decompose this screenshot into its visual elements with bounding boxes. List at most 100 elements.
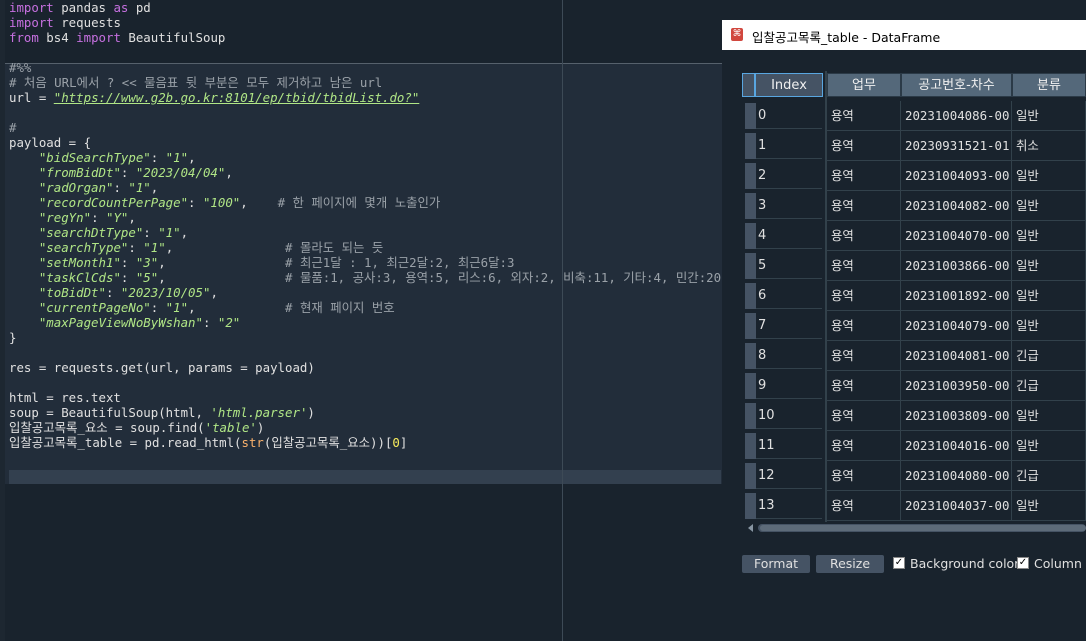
row-header-marker[interactable] xyxy=(745,283,756,309)
table-corner[interactable] xyxy=(742,73,755,97)
dataframe-window[interactable]: ⌘ 입찰공고목록_table - DataFrame Index 업무 공고번호… xyxy=(722,20,1086,591)
row-index[interactable]: 3 xyxy=(756,193,822,219)
row-header-marker[interactable] xyxy=(745,223,756,249)
row-index[interactable]: 4 xyxy=(756,223,822,249)
cell-type[interactable]: 긴급 xyxy=(1012,461,1086,491)
cell-bid-number[interactable]: 20231004093-00 xyxy=(901,161,1012,191)
scrollbar-thumb[interactable] xyxy=(760,525,1086,531)
row-header-marker[interactable] xyxy=(745,253,756,279)
cell-bid-number[interactable]: 20231004086-00 xyxy=(901,101,1012,131)
cell-category[interactable]: 용역 xyxy=(827,401,901,431)
horizontal-scrollbar[interactable] xyxy=(742,522,1086,536)
row-index[interactable]: 10 xyxy=(756,403,822,429)
cell-type[interactable]: 일반 xyxy=(1012,431,1086,461)
scroll-left-icon[interactable] xyxy=(748,524,753,532)
table-row[interactable]: 9 용역 20231003950-00 긴급 xyxy=(742,371,1086,401)
table-row[interactable]: 2 용역 20231004093-00 일반 xyxy=(742,161,1086,191)
row-index[interactable]: 2 xyxy=(756,163,822,189)
table-row[interactable]: 13 용역 20231004037-00 일반 xyxy=(742,491,1086,521)
table-row[interactable]: 11 용역 20231004016-00 일반 xyxy=(742,431,1086,461)
row-index[interactable]: 1 xyxy=(756,133,822,159)
cell-category[interactable]: 용역 xyxy=(827,431,901,461)
cell-bid-number[interactable]: 20231003866-00 xyxy=(901,251,1012,281)
cell-bid-number[interactable]: 20231001892-00 xyxy=(901,281,1012,311)
row-header-marker[interactable] xyxy=(745,493,756,519)
cell-category[interactable]: 용역 xyxy=(827,101,901,131)
table-row[interactable]: 7 용역 20231004079-00 일반 xyxy=(742,311,1086,341)
cell-type[interactable]: 일반 xyxy=(1012,161,1086,191)
cell-type[interactable]: 긴급 xyxy=(1012,371,1086,401)
cell-bid-number[interactable]: 20231004081-00 xyxy=(901,341,1012,371)
table-row[interactable]: 8 용역 20231004081-00 긴급 xyxy=(742,341,1086,371)
column-checkbox[interactable]: ✓ xyxy=(1017,557,1029,569)
cell-type[interactable]: 취소 xyxy=(1012,131,1086,161)
row-header-marker[interactable] xyxy=(745,343,756,369)
table-row[interactable]: 0 용역 20231004086-00 일반 xyxy=(742,101,1086,131)
table-row[interactable]: 10 용역 20231003809-00 일반 xyxy=(742,401,1086,431)
row-index[interactable]: 7 xyxy=(756,313,822,339)
cell-type[interactable]: 일반 xyxy=(1012,281,1086,311)
cell-category[interactable]: 용역 xyxy=(827,251,901,281)
cell-bid-number[interactable]: 20231004016-00 xyxy=(901,431,1012,461)
table-row[interactable]: 4 용역 20231004070-00 일반 xyxy=(742,221,1086,251)
window-titlebar[interactable]: ⌘ 입찰공고목록_table - DataFrame xyxy=(722,20,1086,50)
cell-type[interactable]: 일반 xyxy=(1012,491,1086,521)
cell-bid-number[interactable]: 20231003950-00 xyxy=(901,371,1012,401)
header-column-2[interactable]: 공고번호-차수 xyxy=(901,73,1012,97)
row-index[interactable]: 6 xyxy=(756,283,822,309)
background-color-checkbox[interactable]: ✓ xyxy=(893,557,905,569)
row-header-marker[interactable] xyxy=(745,403,756,429)
cell-bid-number[interactable]: 20231003809-00 xyxy=(901,401,1012,431)
table-row[interactable]: 1 용역 20230931521-01 취소 xyxy=(742,131,1086,161)
cell-bid-number[interactable]: 20231004082-00 xyxy=(901,191,1012,221)
cell-category[interactable]: 용역 xyxy=(827,371,901,401)
row-header-marker[interactable] xyxy=(745,313,756,339)
cell-category[interactable]: 용역 xyxy=(827,221,901,251)
row-header-marker[interactable] xyxy=(745,163,756,189)
cell-type[interactable]: 긴급 xyxy=(1012,341,1086,371)
row-index[interactable]: 5 xyxy=(756,253,822,279)
header-column-1[interactable]: 업무 xyxy=(827,73,901,97)
row-header-marker[interactable] xyxy=(745,133,756,159)
table-row[interactable]: 6 용역 20231001892-00 일반 xyxy=(742,281,1086,311)
cell-type[interactable]: 일반 xyxy=(1012,191,1086,221)
cell-category[interactable]: 용역 xyxy=(827,491,901,521)
row-header-marker[interactable] xyxy=(745,463,756,489)
cell-bid-number[interactable]: 20231004079-00 xyxy=(901,311,1012,341)
table-row[interactable]: 12 용역 20231004080-00 긴급 xyxy=(742,461,1086,491)
row-header-marker[interactable] xyxy=(745,433,756,459)
cell-type[interactable]: 일반 xyxy=(1012,401,1086,431)
resize-button[interactable]: Resize xyxy=(816,555,884,573)
format-button[interactable]: Format xyxy=(742,555,810,573)
row-index[interactable]: 12 xyxy=(756,463,822,489)
row-index[interactable]: 9 xyxy=(756,373,822,399)
cell-category[interactable]: 용역 xyxy=(827,131,901,161)
row-index[interactable]: 0 xyxy=(756,103,822,129)
cell-category[interactable]: 용역 xyxy=(827,341,901,371)
table-row[interactable]: 3 용역 20231004082-00 일반 xyxy=(742,191,1086,221)
cell-bid-number[interactable]: 20231004080-00 xyxy=(901,461,1012,491)
cell-bid-number[interactable]: 20231004070-00 xyxy=(901,221,1012,251)
cell-type[interactable]: 일반 xyxy=(1012,101,1086,131)
cell-category[interactable]: 용역 xyxy=(827,461,901,491)
cell-bid-number[interactable]: 20231004037-00 xyxy=(901,491,1012,521)
row-header-marker[interactable] xyxy=(745,103,756,129)
row-header-marker[interactable] xyxy=(745,373,756,399)
row-index[interactable]: 13 xyxy=(756,493,822,519)
header-index[interactable]: Index xyxy=(755,73,823,97)
cell-bid-number[interactable]: 20230931521-01 xyxy=(901,131,1012,161)
cell-category[interactable]: 용역 xyxy=(827,281,901,311)
cell-category[interactable]: 용역 xyxy=(827,191,901,221)
cell-type[interactable]: 일반 xyxy=(1012,251,1086,281)
dataframe-table[interactable]: Index 업무 공고번호-차수 분류 0 용역 20231004086-00 일반 1… xyxy=(742,71,1086,522)
row-index[interactable]: 11 xyxy=(756,433,822,459)
cell-type[interactable]: 일반 xyxy=(1012,311,1086,341)
cell-type[interactable]: 일반 xyxy=(1012,221,1086,251)
cell-category[interactable]: 용역 xyxy=(827,311,901,341)
header-column-3[interactable]: 분류 xyxy=(1012,73,1086,97)
table-row[interactable]: 5 용역 20231003866-00 일반 xyxy=(742,251,1086,281)
cell-category[interactable]: 용역 xyxy=(827,161,901,191)
row-index[interactable]: 8 xyxy=(756,343,822,369)
row-header-marker[interactable] xyxy=(745,193,756,219)
code-text[interactable]: import pandas as pd import requests from b… xyxy=(9,0,721,465)
